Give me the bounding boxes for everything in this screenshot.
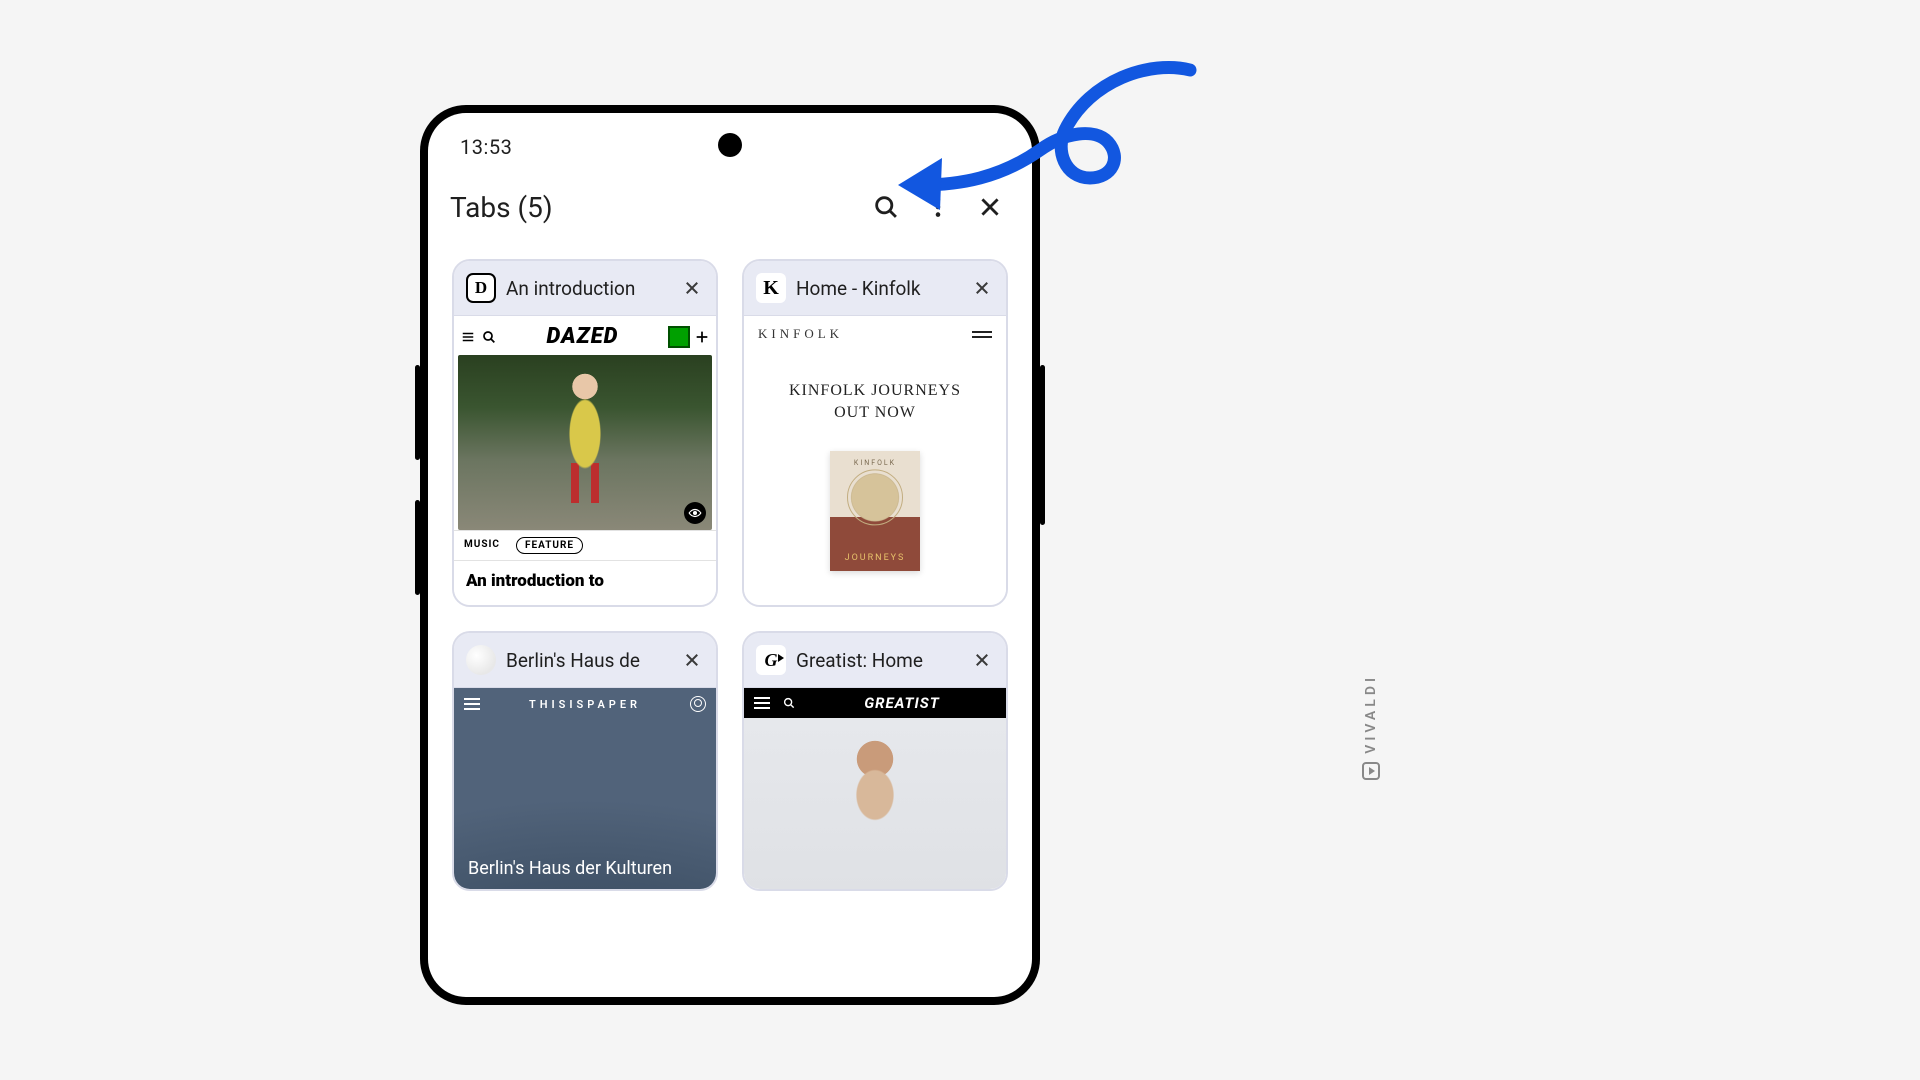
- tab-header: Berlin's Haus de: [454, 633, 716, 688]
- tab-header: G Greatist: Home: [744, 633, 1006, 688]
- vivaldi-logo-text: VIVALDI: [1363, 674, 1379, 754]
- phone-frame: 13:53 Tabs (5) D An introduction: [420, 105, 1040, 1005]
- preview-brand: GREATIST: [808, 694, 996, 712]
- annotation-arrow: [890, 50, 1210, 240]
- tab-grid: D An introduction DAZED: [428, 251, 1032, 891]
- preview-brand: DAZED: [547, 324, 619, 349]
- tab-card[interactable]: Berlin's Haus de THISISPAPER Berlin's Ha…: [452, 631, 718, 891]
- vivaldi-logo-icon: [1362, 762, 1380, 780]
- book-bottom-label: JOURNEYS: [845, 553, 906, 563]
- tab-title: An introduction: [506, 277, 668, 300]
- hamburger-icon: [464, 698, 480, 710]
- badge-icon: [668, 326, 690, 348]
- tab-card[interactable]: G Greatist: Home GREATIST: [742, 631, 1008, 891]
- plus-icon: [694, 329, 710, 345]
- search-icon: [481, 329, 497, 345]
- tab-title: Greatist: Home: [796, 649, 958, 672]
- preview-headline: An introduction to: [454, 561, 716, 591]
- tab-close-button[interactable]: [678, 646, 706, 674]
- close-icon: [683, 279, 701, 297]
- tab-close-button[interactable]: [968, 274, 996, 302]
- tab-close-button[interactable]: [968, 646, 996, 674]
- preview-tag-type: FEATURE: [516, 537, 583, 554]
- tab-favicon: [466, 645, 496, 675]
- status-time: 13:53: [460, 135, 512, 159]
- power-button: [1040, 365, 1045, 525]
- tab-favicon: K: [756, 273, 786, 303]
- hamburger-icon: [972, 331, 992, 338]
- volume-up-button: [415, 365, 420, 460]
- hamburger-icon: [460, 330, 476, 344]
- preview-tag-category: MUSIC: [464, 537, 508, 554]
- close-icon: [973, 279, 991, 297]
- close-icon: [973, 651, 991, 669]
- hamburger-icon: [754, 697, 770, 709]
- preview-hero-image: [744, 718, 1006, 889]
- tab-close-button[interactable]: [678, 274, 706, 302]
- tab-header: K Home - Kinfolk: [744, 261, 1006, 316]
- tab-title: Home - Kinfolk: [796, 277, 958, 300]
- preview-brand: THISISPAPER: [529, 698, 641, 711]
- tab-title: Berlin's Haus de: [506, 649, 668, 672]
- tab-preview: KINFOLK KINFOLK JOURNEYS OUT NOW KINFOLK: [744, 316, 1006, 605]
- tab-header: D An introduction: [454, 261, 716, 316]
- tab-card[interactable]: D An introduction DAZED: [452, 259, 718, 607]
- preview-brand: KINFOLK: [758, 326, 843, 342]
- preview-book-cover: KINFOLK JOURNEYS: [830, 451, 920, 571]
- vivaldi-watermark: VIVALDI: [1362, 674, 1380, 780]
- close-icon: [683, 651, 701, 669]
- preview-hero-text: KINFOLK JOURNEYS OUT NOW: [744, 380, 1006, 425]
- tab-preview: GREATIST: [744, 688, 1006, 889]
- tab-favicon: D: [466, 273, 496, 303]
- tab-card[interactable]: K Home - Kinfolk KINFOLK KINFOLK JOURNEY…: [742, 259, 1008, 607]
- eye-icon: [684, 502, 706, 524]
- front-camera: [718, 133, 742, 157]
- volume-down-button: [415, 500, 420, 595]
- tab-preview: THISISPAPER Berlin's Haus der Kulturen: [454, 688, 716, 889]
- tab-preview: DAZED MUSIC FEATURE: [454, 316, 716, 605]
- preview-hero-image: [458, 355, 712, 530]
- user-icon: [690, 696, 706, 712]
- preview-tags: MUSIC FEATURE: [454, 530, 716, 561]
- phone-screen: 13:53 Tabs (5) D An introduction: [428, 113, 1032, 997]
- search-icon: [782, 696, 796, 710]
- compass-icon: [847, 469, 903, 525]
- tab-favicon: G: [756, 645, 786, 675]
- book-top-label: KINFOLK: [854, 459, 896, 467]
- preview-headline: Berlin's Haus der Kulturen: [468, 858, 672, 879]
- tabs-count-title: Tabs (5): [450, 191, 856, 224]
